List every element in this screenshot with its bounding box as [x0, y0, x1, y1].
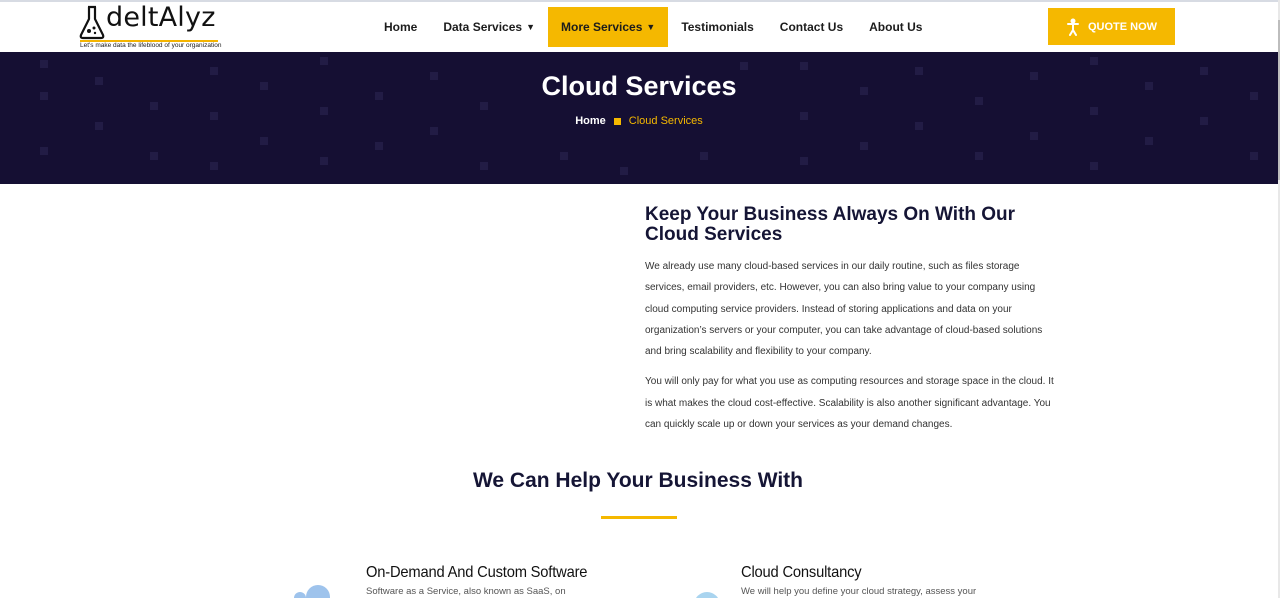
logo[interactable]: deltAlyz Let's make data the lifeblood o… — [78, 2, 223, 50]
cloud-icon — [294, 585, 330, 598]
nav-contact-us-label: Contact Us — [779, 20, 844, 34]
hero-banner: Cloud Services Home Cloud Services — [0, 52, 1278, 184]
nav-home-label: Home — [384, 20, 418, 34]
nav-more-services[interactable]: More Services ▼ — [548, 7, 669, 47]
page-title: Cloud Services — [541, 71, 737, 101]
service-description: Software as a Service, also known as Saa… — [366, 586, 566, 597]
chevron-down-icon: ▼ — [646, 22, 656, 32]
service-title: Cloud Consultancy — [741, 564, 862, 581]
logo-wordmark: deltAlyz — [106, 2, 216, 33]
nav-contact-us[interactable]: Contact Us — [767, 7, 856, 47]
nav-data-services-label: Data Services — [443, 20, 523, 34]
service-description: We will help you define your cloud strat… — [741, 586, 977, 597]
breadcrumb: Home Cloud Services — [0, 115, 1278, 127]
chevron-down-icon: ▼ — [526, 22, 535, 32]
person-icon — [1066, 18, 1079, 36]
logo-tagline: Let's make data the lifeblood of your or… — [80, 42, 222, 49]
breadcrumb-current: Cloud Services — [628, 115, 703, 127]
intro-heading: Keep Your Business Always On With Our Cl… — [645, 204, 1016, 245]
service-card: Cloud Consultancy We will help you defin… — [741, 564, 976, 597]
nav-testimonials-label: Testimonials — [681, 20, 754, 34]
consultancy-icon — [696, 592, 718, 598]
flask-icon — [79, 5, 105, 40]
nav-about-us[interactable]: About Us — [856, 7, 935, 47]
breadcrumb-home-link[interactable]: Home — [575, 115, 606, 127]
site-header: deltAlyz Let's make data the lifeblood o… — [0, 2, 1280, 52]
nav-data-services[interactable]: Data Services ▼ — [430, 7, 548, 47]
nav-more-services-label: More Services — [561, 20, 643, 34]
service-card: On-Demand And Custom Software Software a… — [366, 564, 607, 597]
main-nav: Home Data Services ▼ More Services ▼ Testi… — [371, 4, 935, 48]
section-underline — [601, 516, 677, 519]
quote-now-label: QUOTE NOW — [1087, 20, 1158, 33]
breadcrumb-separator — [613, 117, 621, 125]
intro-section: Keep Your Business Always On With Our Cl… — [645, 205, 1055, 435]
intro-paragraph: We already use many cloud-based services… — [645, 261, 1043, 358]
service-title: On-Demand And Custom Software — [366, 564, 588, 581]
nav-home[interactable]: Home — [371, 7, 430, 47]
intro-paragraph: You will only pay for what you use as co… — [645, 376, 1054, 431]
quote-now-button[interactable]: QUOTE NOW — [1048, 8, 1175, 45]
section-heading: We Can Help Your Business With — [472, 469, 804, 492]
nav-about-us-label: About Us — [869, 20, 923, 34]
nav-testimonials[interactable]: Testimonials — [668, 7, 766, 47]
